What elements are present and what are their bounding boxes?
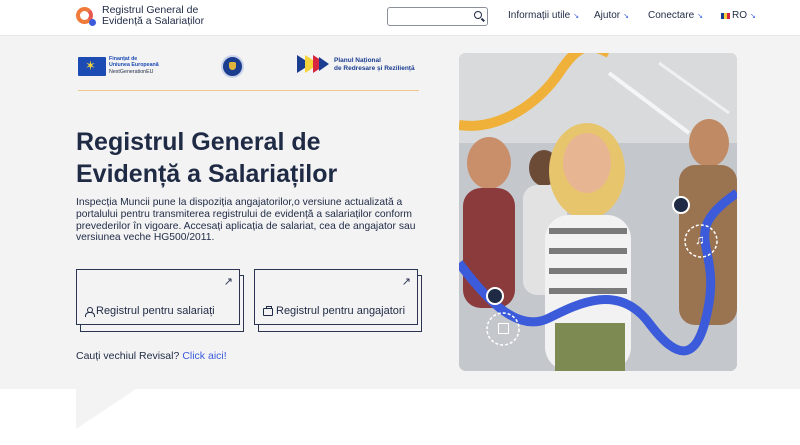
pnrr-text: Planul Național de Redresare și Rezilien… (334, 57, 415, 72)
title-line-2: Evidență a Salariaților (76, 160, 338, 188)
logo-line-2: Evidență a Salariaților (102, 15, 205, 27)
revisal-question: Cauți vechiul Revisal? (76, 350, 180, 362)
book-icon (498, 323, 509, 334)
employers-register-label: Registrul pentru angajatori (263, 305, 405, 317)
employers-register-text: Registrul pentru angajatori (276, 305, 406, 317)
employees-register-card[interactable]: ↗ Registrul pentru salariați (76, 269, 244, 332)
nav-ajutor[interactable]: Ajutor ↘ (594, 10, 629, 21)
search-box (387, 7, 488, 27)
revisal-prompt: Cauți vechiul Revisal? Click aici! (76, 350, 227, 362)
arrow-down-right-icon: ↘ (750, 12, 756, 20)
external-arrow-icon: ↗ (223, 276, 233, 288)
arrow-down-right-icon: ↘ (573, 12, 580, 20)
card-face[interactable]: ↗ Registrul pentru salariați (76, 269, 240, 325)
arrow-down-right-icon: ↘ (623, 12, 629, 20)
employees-register-text: Registrul pentru salariați (96, 305, 215, 317)
title-line-1: Registrul General de (76, 128, 321, 156)
section-tab-decoration (76, 389, 136, 429)
employers-register-card[interactable]: ↗ Registrul pentru angajatori (254, 269, 422, 332)
site-logo[interactable]: Registrul General de Evidență a Salariaț… (76, 5, 204, 27)
employees-register-label: Registrul pentru salariați (85, 305, 215, 317)
music-note-icon: ♫ (695, 232, 705, 247)
user-icon (85, 306, 95, 317)
partner-logos: Finanțat de Uniunea Europeană NextGenera… (78, 54, 419, 90)
nav-conectare[interactable]: Conectare ↘ (648, 10, 703, 21)
search-input[interactable] (392, 10, 472, 27)
nav-ajutor-label: Ajutor (594, 10, 621, 21)
card-face[interactable]: ↗ Registrul pentru angajatori (254, 269, 418, 325)
partners-divider (78, 90, 419, 91)
logo-mark-icon (76, 6, 96, 26)
eu-flag-icon (78, 57, 106, 76)
site-header: Registrul General de Evidență a Salariaț… (0, 0, 800, 36)
language-label: RO (732, 10, 747, 21)
pnrr-line-1: Planul Național (334, 57, 381, 64)
pnrr-line-2: de Redresare și Reziliență (334, 64, 415, 72)
external-arrow-icon: ↗ (401, 276, 411, 288)
nav-informatii-utile-label: Informații utile (508, 10, 571, 21)
eu-funding-text: Finanțat de Uniunea Europeană NextGenera… (109, 56, 159, 75)
hero-photo: ♫ (459, 53, 737, 371)
logo-text: Registrul General de Evidență a Salariaț… (102, 5, 204, 27)
briefcase-icon (263, 306, 273, 316)
eu-line-2: Uniunea Europeană (109, 62, 159, 69)
hero-description: Inspecția Muncii pune la dispoziția anga… (76, 197, 416, 244)
hero-section: Finanțat de Uniunea Europeană NextGenera… (0, 36, 800, 389)
romania-flag-icon (721, 12, 730, 19)
revisal-link[interactable]: Click aici! (182, 350, 226, 362)
nav-informatii-utile[interactable]: Informații utile ↘ (508, 10, 579, 21)
eu-line-3: NextGenerationEU (109, 68, 154, 75)
government-crest-icon (221, 55, 244, 78)
pnrr-logo-icon (297, 55, 329, 73)
page-title: Registrul General de Evidență a Salariaț… (76, 126, 436, 190)
arrow-down-right-icon: ↘ (697, 12, 704, 20)
nav-conectare-label: Conectare (648, 10, 695, 21)
search-icon[interactable] (474, 11, 482, 19)
language-selector[interactable]: RO ↘ (721, 10, 756, 21)
